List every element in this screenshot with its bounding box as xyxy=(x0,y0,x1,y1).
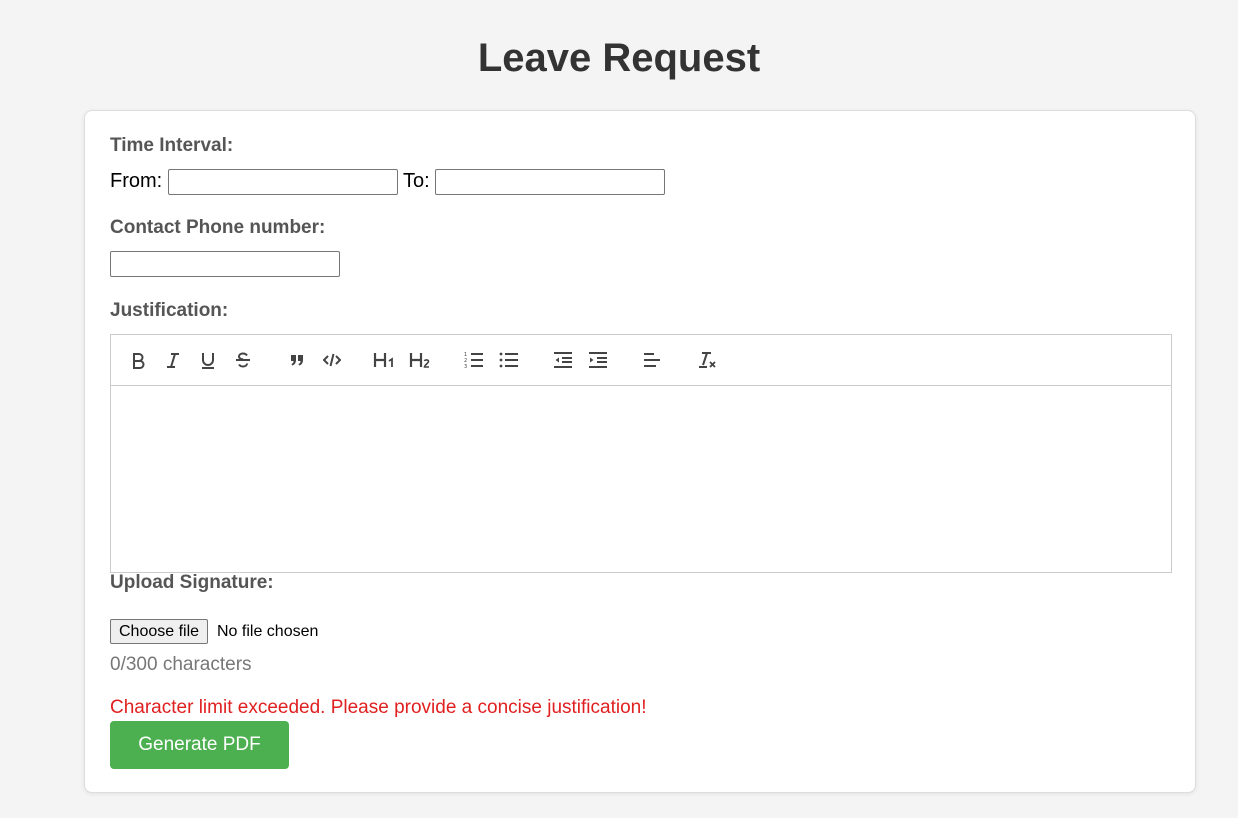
time-interval-label: Time Interval: xyxy=(110,135,234,156)
heading-1-icon[interactable] xyxy=(371,346,399,374)
ordered-list-icon[interactable]: 123 xyxy=(460,346,488,374)
error-message: Character limit exceeded. Please provide… xyxy=(110,697,647,718)
phone-label: Contact Phone number: xyxy=(110,217,326,238)
phone-input[interactable] xyxy=(110,251,340,277)
from-label: From: xyxy=(110,170,163,192)
signature-label: Upload Signature: xyxy=(110,572,274,593)
justification-label: Justification: xyxy=(110,300,229,321)
indent-icon[interactable] xyxy=(584,346,612,374)
bullet-list-icon[interactable] xyxy=(495,346,523,374)
underline-icon[interactable] xyxy=(194,346,222,374)
blockquote-icon[interactable] xyxy=(283,346,311,374)
to-date-input[interactable] xyxy=(435,169,665,195)
align-left-icon[interactable] xyxy=(638,346,666,374)
outdent-icon[interactable] xyxy=(549,346,577,374)
character-counter: 0/300 characters xyxy=(110,654,252,675)
code-block-icon[interactable] xyxy=(318,346,346,374)
bold-icon[interactable] xyxy=(124,346,152,374)
from-date-input[interactable] xyxy=(168,169,398,195)
justification-editor: 123 xyxy=(110,334,1172,573)
leave-request-form: Time Interval: From: To: Contact Phone n… xyxy=(84,110,1196,793)
to-label: To: xyxy=(403,170,430,192)
italic-icon[interactable] xyxy=(159,346,187,374)
choose-file-button[interactable]: Choose file xyxy=(110,619,209,644)
clear-formatting-icon[interactable] xyxy=(693,346,721,374)
editor-toolbar: 123 xyxy=(111,335,1171,386)
heading-2-icon[interactable] xyxy=(407,346,435,374)
strikethrough-icon[interactable] xyxy=(229,346,257,374)
justification-text-area[interactable] xyxy=(111,386,1171,573)
file-status-text: No file chosen xyxy=(217,623,319,640)
generate-pdf-button[interactable]: Generate PDF xyxy=(110,721,289,769)
svg-text:3: 3 xyxy=(464,364,467,369)
page-title: Leave Request xyxy=(477,36,761,80)
